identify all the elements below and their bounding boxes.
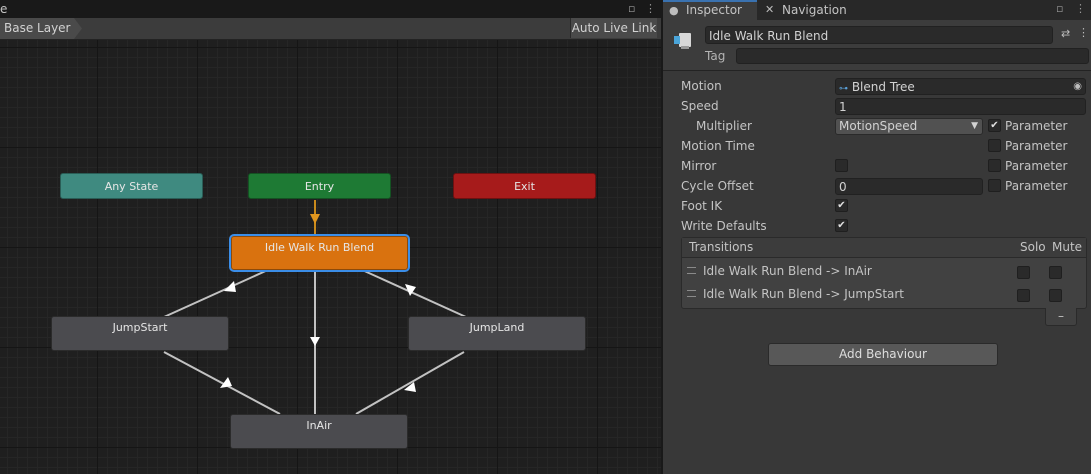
tab-inspector-label: Inspector: [686, 3, 742, 17]
motion-time-parameter-checkbox[interactable]: [988, 139, 1001, 152]
navigation-icon: ✕: [765, 3, 775, 16]
exit-node[interactable]: Exit: [453, 173, 596, 199]
tab-inspector[interactable]: ● Inspector: [663, 0, 757, 20]
inair-to-jumpland-line: [355, 351, 465, 415]
speed-label: Speed: [681, 99, 719, 113]
layer-breadcrumb[interactable]: Base Layer: [0, 18, 82, 39]
multiplier-parameter-label: Parameter: [1005, 119, 1068, 133]
transition-row[interactable]: Idle Walk Run Blend -> InAir: [682, 260, 1086, 283]
inspector-tab-bar: ● Inspector ✕ Navigation ▫ ⋮: [663, 0, 1091, 20]
multiplier-parameter-checkbox[interactable]: ✔: [988, 119, 1001, 132]
transitions-header: Transitions Solo Mute: [682, 238, 1086, 258]
transition-label: Idle Walk Run Blend -> JumpStart: [703, 287, 905, 301]
jumpstart-node[interactable]: JumpStart: [51, 316, 229, 351]
animator-tab-title[interactable]: e: [0, 0, 8, 18]
transition-row[interactable]: Idle Walk Run Blend -> JumpStart: [682, 283, 1086, 306]
motion-value: Blend Tree: [851, 80, 915, 94]
inair-node[interactable]: InAir: [230, 414, 408, 449]
tab-navigation-label: Navigation: [782, 3, 847, 17]
drag-handle-icon[interactable]: [687, 267, 696, 274]
solo-header: Solo: [1020, 240, 1046, 254]
info-icon: ●: [669, 4, 679, 17]
entry-transition-arrow: [310, 214, 320, 224]
mirror-label: Mirror: [681, 159, 717, 173]
multiplier-value: MotionSpeed: [839, 119, 918, 133]
cycle-offset-parameter-checkbox[interactable]: [988, 179, 1001, 192]
any-state-node[interactable]: Any State: [60, 173, 203, 199]
speed-field[interactable]: 1: [835, 98, 1086, 115]
motion-label: Motion: [681, 79, 722, 93]
cycle-offset-parameter-label: Parameter: [1005, 179, 1068, 193]
transitions-list: Transitions Solo Mute Idle Walk Run Blen…: [681, 237, 1087, 309]
object-name-field[interactable]: Idle Walk Run Blend: [705, 26, 1053, 44]
write-defaults-label: Write Defaults: [681, 219, 767, 233]
mirror-checkbox[interactable]: [835, 159, 848, 172]
dropdown-arrow-icon: ▼: [971, 121, 978, 131]
lock-icon[interactable]: ▫: [628, 0, 635, 18]
multiplier-label: Multiplier: [696, 119, 752, 133]
blend-tree-icon: ⊶: [839, 84, 848, 94]
preset-icon[interactable]: ⇄: [1061, 27, 1070, 40]
transition-solo-checkbox[interactable]: [1017, 289, 1030, 302]
jumpstart-to-inair-line: [163, 351, 281, 415]
motion-field[interactable]: ⊶ Blend Tree ◉: [835, 78, 1086, 95]
tab-navigation[interactable]: ✕ Navigation: [759, 0, 859, 20]
transition-label: Idle Walk Run Blend -> InAir: [703, 264, 872, 278]
animator-toolbar: Base Layer Auto Live Link: [0, 18, 661, 40]
more-options-icon[interactable]: ⋮: [1075, 0, 1086, 18]
object-picker-icon[interactable]: ◉: [1073, 79, 1082, 95]
transition-solo-checkbox[interactable]: [1017, 266, 1030, 279]
motion-time-label: Motion Time: [681, 139, 755, 153]
entry-node[interactable]: Entry: [248, 173, 391, 199]
more-options-icon[interactable]: ⋮: [645, 0, 656, 18]
mirror-parameter-label: Parameter: [1005, 159, 1068, 173]
cycle-offset-field[interactable]: 0: [835, 178, 983, 195]
object-header: Idle Walk Run Blend ⇄ ⋮ Tag: [663, 20, 1091, 71]
mirror-parameter-checkbox[interactable]: [988, 159, 1001, 172]
breadcrumb-label: Base Layer: [4, 21, 71, 35]
transition-mute-checkbox[interactable]: [1049, 289, 1062, 302]
cycle-offset-label: Cycle Offset: [681, 179, 754, 193]
foot-ik-checkbox[interactable]: ✔: [835, 199, 848, 212]
transition-mute-checkbox[interactable]: [1049, 266, 1062, 279]
tag-field[interactable]: [736, 48, 1089, 64]
state-machine-graph[interactable]: Any State Entry Exit Idle Walk Run Blend…: [0, 40, 661, 474]
jumpstart-to-idle-line: [163, 268, 271, 318]
jumpland-node[interactable]: JumpLand: [408, 316, 586, 351]
add-behaviour-button[interactable]: Add Behaviour: [768, 343, 998, 366]
animator-state-icon: [674, 33, 691, 49]
idle-to-jumpland-line: [359, 268, 467, 318]
remove-transition-button[interactable]: –: [1045, 308, 1077, 326]
lock-icon[interactable]: ▫: [1056, 0, 1063, 18]
animator-tab-bar: e ▫ ⋮: [0, 0, 661, 18]
header-more-icon[interactable]: ⋮: [1078, 26, 1089, 39]
tag-label: Tag: [705, 49, 726, 63]
mute-header: Mute: [1052, 240, 1083, 254]
inspector-window: ● Inspector ✕ Navigation ▫ ⋮ Idle Walk R…: [663, 0, 1091, 474]
write-defaults-checkbox[interactable]: ✔: [835, 219, 848, 232]
idle-walk-run-blend-node[interactable]: Idle Walk Run Blend: [231, 236, 408, 270]
animator-window: e ▫ ⋮ Base Layer Auto Live Link Any Stat…: [0, 0, 661, 474]
drag-handle-icon[interactable]: [687, 290, 696, 297]
foot-ik-label: Foot IK: [681, 199, 723, 213]
motion-time-parameter-label: Parameter: [1005, 139, 1068, 153]
transitions-header-label: Transitions: [689, 240, 754, 254]
jumpstart-to-idle-arrow: [224, 281, 236, 292]
auto-live-link-button[interactable]: Auto Live Link: [570, 18, 657, 38]
idle-to-inair-arrow: [310, 337, 320, 346]
multiplier-dropdown[interactable]: MotionSpeed ▼: [835, 118, 983, 135]
